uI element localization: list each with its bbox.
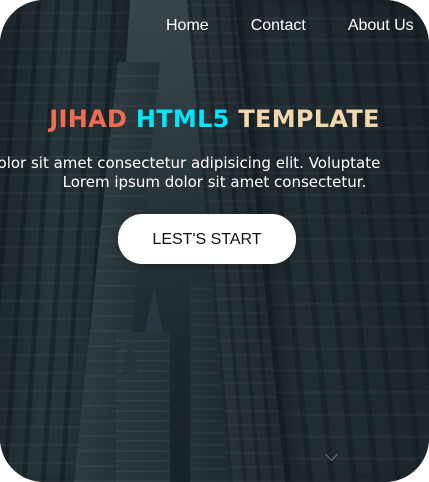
hero-title: JIHAD HTML5 TEMPLATE (0, 100, 429, 138)
nav-link-about-us[interactable]: About Us (348, 14, 414, 38)
hero-title-word-jihad: JIHAD (49, 105, 128, 133)
start-button[interactable]: LEST'S START (118, 214, 296, 264)
main-navigation: Home Contact About Us (166, 14, 414, 38)
hero-section: Home Contact About Us JIHAD HTML5 TEMPLA… (0, 0, 429, 482)
hero-description: dolor sit amet consectetur adipisicing e… (0, 154, 429, 192)
hero-description-line-2: Lorem ipsum dolor sit amet consectetur. (62, 173, 367, 191)
hero-title-word-html5: HTML5 (135, 105, 230, 133)
nav-link-contact[interactable]: Contact (251, 14, 306, 38)
chevron-down-icon[interactable] (324, 448, 338, 461)
scroll-down-glyph (324, 448, 338, 461)
hero-content: JIHAD HTML5 TEMPLATE dolor sit amet cons… (0, 100, 429, 264)
hero-title-word-template: TEMPLATE (238, 105, 380, 133)
nav-link-home[interactable]: Home (166, 14, 209, 38)
hero-description-line-1: dolor sit amet consectetur adipisicing e… (0, 154, 381, 172)
